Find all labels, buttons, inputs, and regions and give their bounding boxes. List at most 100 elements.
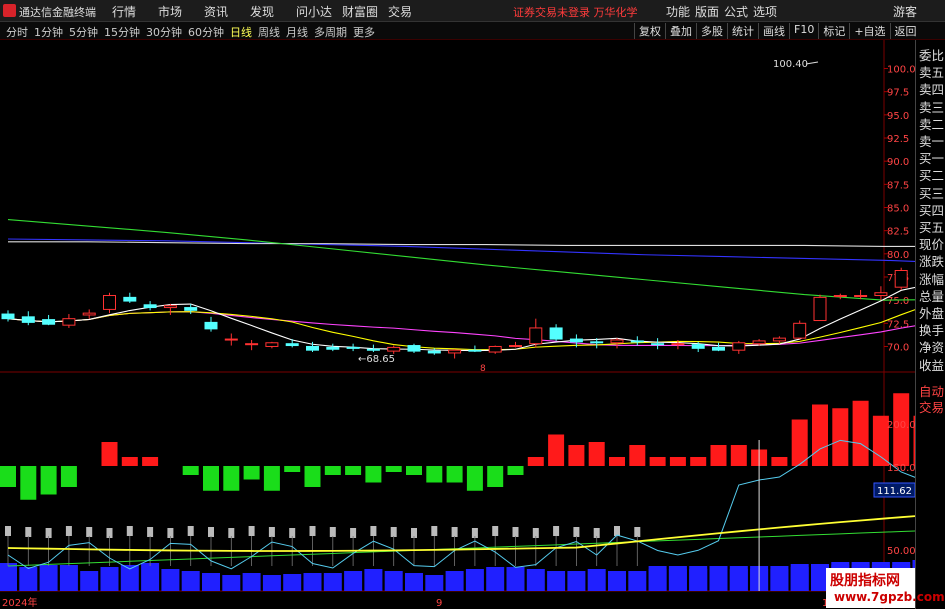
side-panel-item[interactable]: 换手 [919, 320, 944, 339]
indicator-bar [263, 466, 280, 491]
tool-button[interactable]: 返回 [889, 23, 921, 39]
candle [691, 344, 705, 349]
tool-button[interactable]: 统计 [727, 23, 758, 39]
price-tick-label: 90.0 [887, 157, 909, 168]
side-panel-item[interactable]: 涨跌 [919, 251, 944, 270]
period-tab[interactable]: 多周期 [314, 24, 347, 40]
side-panel-item[interactable]: 卖一 [919, 131, 944, 150]
price-tick-label: 97.5 [887, 88, 909, 99]
menu-item[interactable]: 问小达 [296, 3, 342, 20]
side-panel-item[interactable]: 卖三 [919, 97, 944, 116]
indicator-bar [20, 466, 37, 500]
period-tab[interactable]: 5分钟 [69, 24, 98, 40]
volume-bar [39, 565, 58, 591]
side-panel-item[interactable]: 买三 [919, 183, 944, 202]
price-tick-label: 82.5 [887, 227, 909, 238]
candle [509, 345, 522, 348]
candle [610, 339, 624, 344]
indicator-bar [426, 466, 443, 483]
tool-button[interactable]: F10 [789, 23, 818, 39]
candle [590, 341, 604, 344]
period-tab[interactable]: 月线 [286, 24, 308, 40]
side-panel-item[interactable]: 交易 [919, 397, 944, 416]
indicator-marker [573, 527, 580, 537]
menu-item[interactable]: 资讯 [204, 3, 250, 20]
side-panel-item[interactable]: 委比 [919, 45, 944, 64]
period-tab[interactable]: 60分钟 [188, 24, 224, 40]
indicator-marker [147, 527, 154, 537]
current-value-label: 111.62 [877, 486, 912, 497]
indicator-bar [507, 466, 524, 475]
candle [813, 296, 827, 322]
candle [123, 296, 137, 302]
period-tab[interactable]: 1分钟 [34, 24, 63, 40]
side-panel-item[interactable]: 卖二 [919, 114, 944, 133]
tool-button[interactable]: 复权 [634, 23, 665, 39]
tool-button[interactable]: 叠加 [665, 23, 696, 39]
indicator-bar [791, 419, 808, 466]
indicator-bar [588, 442, 605, 466]
side-panel-item[interactable]: 买一 [919, 148, 944, 167]
period-tab[interactable]: 周线 [258, 24, 280, 40]
side-panel-item[interactable]: 现价 [919, 234, 944, 253]
menu-item[interactable]: 行情 [112, 3, 158, 20]
candle [488, 345, 502, 353]
tool-button[interactable]: +自选 [849, 23, 889, 39]
side-panel-item[interactable]: 净资 [919, 337, 944, 356]
candle [630, 340, 644, 343]
tool-button[interactable]: 画线 [758, 23, 789, 39]
indicator-marker [614, 526, 620, 536]
indicator-marker [187, 526, 194, 536]
period-tab[interactable]: 30分钟 [146, 24, 182, 40]
indicator-bar [710, 445, 727, 466]
chart-area[interactable]: 70.072.575.077.580.082.585.087.590.092.5… [0, 40, 915, 609]
indicator-tick-label: 50.00 [887, 546, 915, 557]
candle [1, 313, 15, 320]
indicator-marker [553, 526, 560, 536]
menu-item[interactable]: 发现 [250, 3, 296, 20]
volume-bar [323, 573, 342, 591]
right-menu-item[interactable]: 公式 [724, 3, 753, 20]
side-panel-item[interactable]: 买二 [919, 165, 944, 184]
side-panel-item[interactable]: 卖五 [919, 62, 944, 81]
candle [854, 295, 868, 298]
indicator-marker [309, 526, 316, 536]
side-panel-item[interactable]: 卖四 [919, 79, 944, 98]
tool-button[interactable]: 标记 [818, 23, 849, 39]
side-panel-item[interactable]: 买四 [919, 200, 944, 219]
period-tab[interactable]: 15分钟 [104, 24, 140, 40]
side-panel-item[interactable]: 买五 [919, 217, 944, 236]
candle [468, 349, 482, 352]
period-tab[interactable]: 日线 [230, 24, 252, 40]
guest-button[interactable]: 游客 [893, 3, 917, 20]
side-panel-item[interactable]: 涨幅 [919, 269, 944, 288]
volume-bar [59, 565, 78, 591]
price-tick-label: 95.0 [887, 111, 909, 122]
right-menu-item[interactable]: 功能 [666, 3, 695, 20]
volume-bar [628, 571, 647, 591]
candle [103, 295, 116, 310]
volume-bar [161, 569, 180, 591]
period-tab[interactable]: 更多 [353, 24, 375, 40]
right-menu-item[interactable]: 选项 [753, 3, 782, 20]
low-annotation: ←68.65 [358, 354, 395, 365]
volume-bar [567, 571, 586, 591]
price-tick-label: 75.0 [887, 296, 909, 307]
side-panel-item[interactable]: 总量 [919, 286, 944, 305]
menu-item[interactable]: 交易 [388, 3, 434, 20]
side-panel-item[interactable]: 外盘 [919, 303, 944, 322]
volume-bar [364, 569, 383, 591]
period-tab[interactable]: 分时 [6, 24, 28, 40]
indicator-bar [629, 445, 646, 466]
tool-button[interactable]: 多股 [696, 23, 727, 39]
indicator-bar [669, 457, 686, 466]
candle [62, 318, 76, 326]
menu-item[interactable]: 财富圈 [342, 3, 388, 20]
price-tick-label: 100.0 [887, 65, 915, 76]
right-menu-item[interactable]: 版面 [695, 3, 724, 20]
login-warning[interactable]: 证券交易未登录 万华化学 [513, 4, 638, 20]
side-panel-item[interactable]: 收益 [919, 355, 944, 374]
menu-item[interactable]: 市场 [158, 3, 204, 20]
candle [752, 340, 766, 345]
volume-bar [526, 569, 545, 591]
